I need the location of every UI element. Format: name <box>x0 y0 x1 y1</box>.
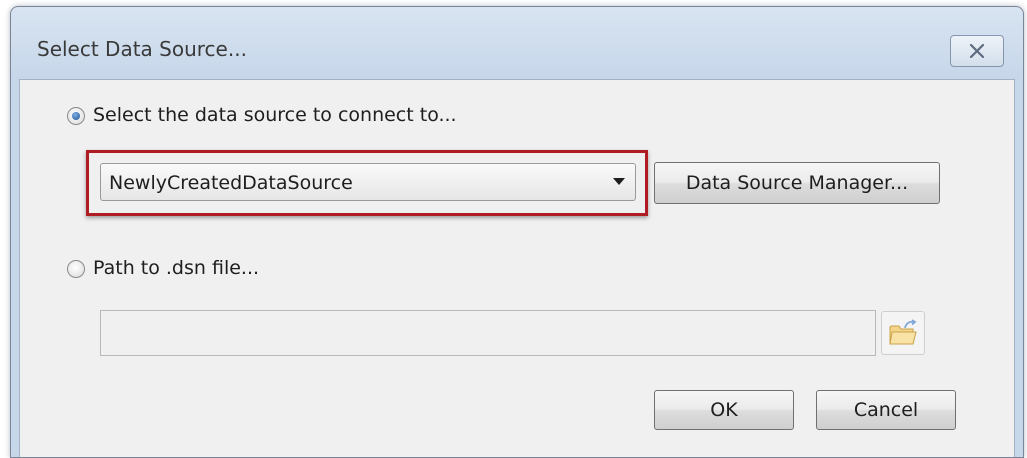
dsn-file-radio-label[interactable]: Path to .dsn file... <box>93 257 259 279</box>
close-button[interactable] <box>950 35 1004 67</box>
dialog-body: Select the data source to connect to... … <box>19 79 1015 457</box>
data-source-radio-label[interactable]: Select the data source to connect to... <box>93 104 457 126</box>
ok-button[interactable]: OK <box>654 390 794 430</box>
dialog-title: Select Data Source... <box>37 37 247 61</box>
chevron-down-icon <box>613 178 625 185</box>
data-source-manager-button[interactable]: Data Source Manager... <box>654 162 940 204</box>
browse-button[interactable] <box>881 311 925 355</box>
select-data-source-dialog: Select Data Source... Select the data so… <box>10 6 1024 458</box>
title-bar: Select Data Source... <box>11 7 1023 79</box>
folder-icon <box>889 319 917 345</box>
dsn-path-input[interactable] <box>100 310 876 356</box>
data-source-radio[interactable] <box>67 107 85 125</box>
cancel-button[interactable]: Cancel <box>816 390 956 430</box>
data-source-selected-value: NewlyCreatedDataSource <box>109 172 353 194</box>
data-source-dropdown[interactable]: NewlyCreatedDataSource <box>100 163 636 201</box>
dsn-file-radio[interactable] <box>67 260 85 278</box>
close-icon <box>969 44 985 58</box>
